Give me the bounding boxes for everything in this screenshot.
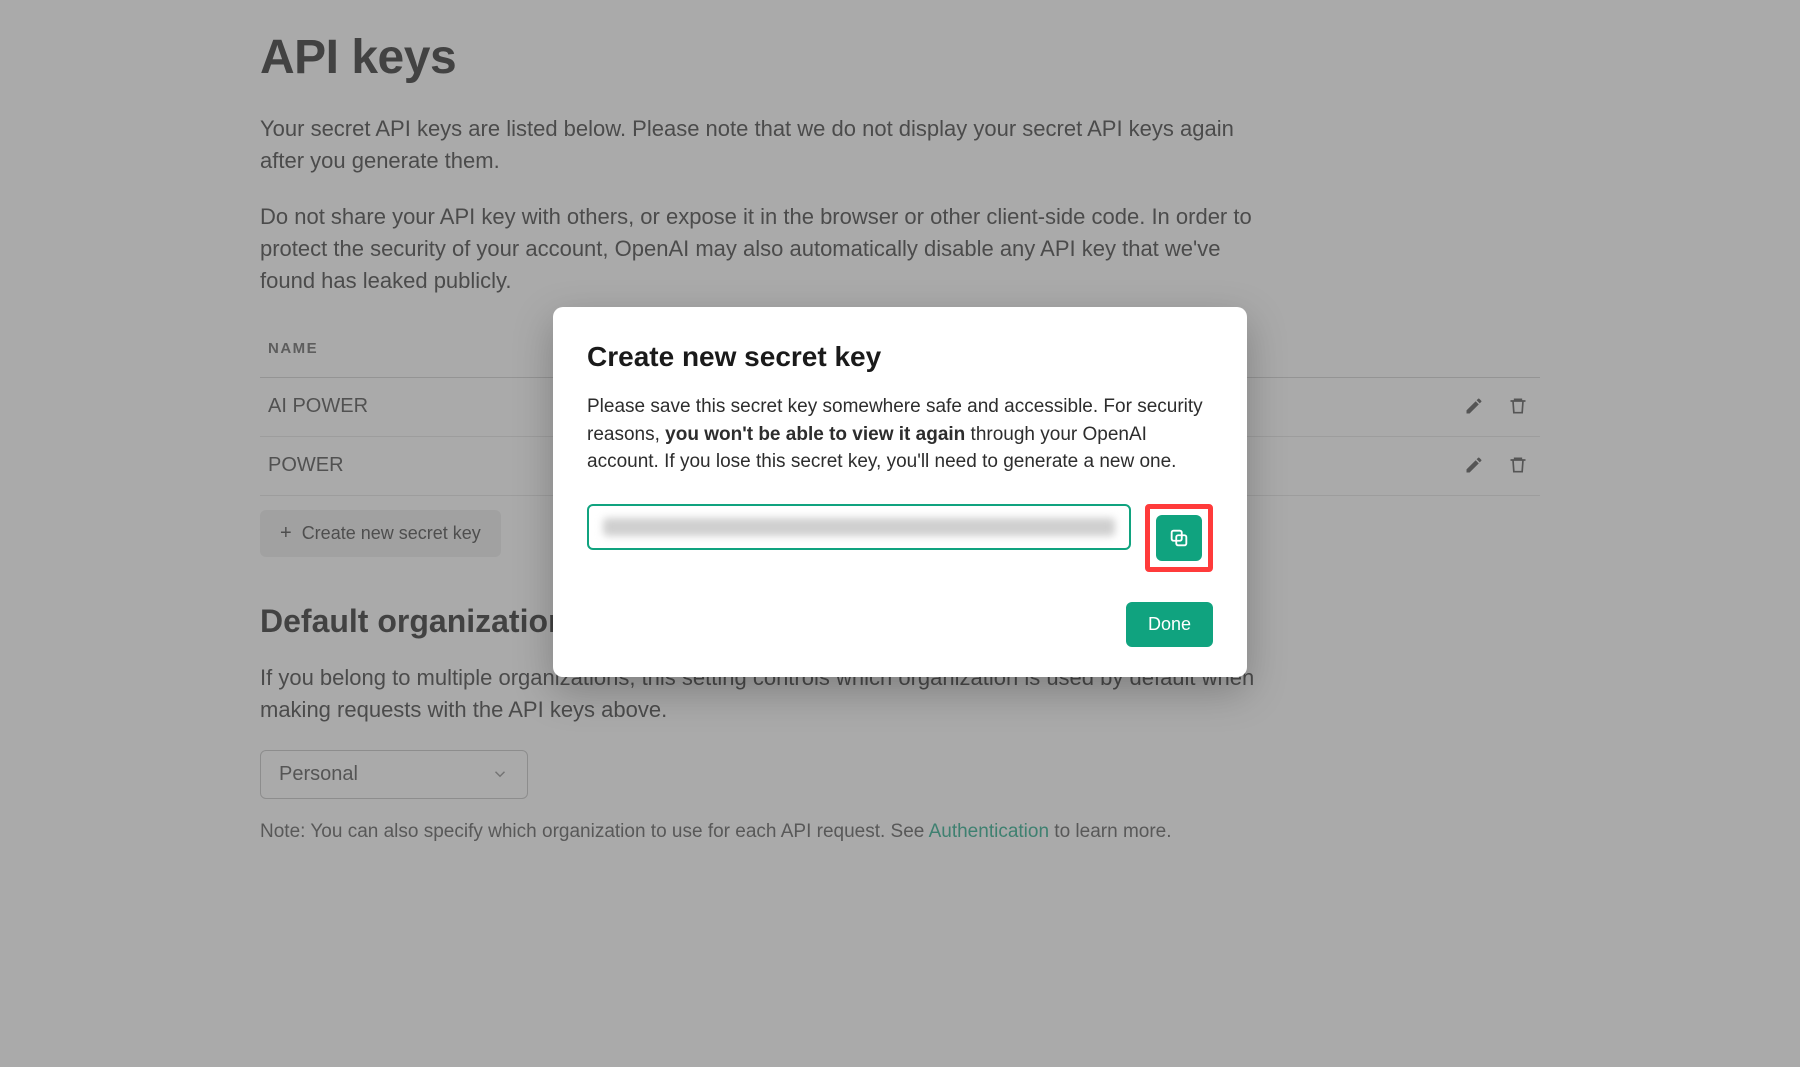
modal-body: Please save this secret key somewhere sa… (587, 393, 1213, 476)
modal-body-bold: you won't be able to view it again (665, 424, 965, 445)
copy-highlight-annotation (1145, 504, 1213, 572)
secret-key-value-blurred (603, 518, 1115, 536)
secret-key-row (587, 504, 1213, 572)
done-button[interactable]: Done (1126, 602, 1213, 647)
modal-title: Create new secret key (587, 341, 1213, 373)
modal-overlay[interactable]: Create new secret key Please save this s… (0, 0, 1800, 1067)
copy-button[interactable] (1156, 515, 1202, 561)
copy-icon (1168, 527, 1190, 549)
create-key-modal: Create new secret key Please save this s… (553, 307, 1247, 677)
modal-actions: Done (587, 602, 1213, 647)
secret-key-field[interactable] (587, 504, 1131, 550)
